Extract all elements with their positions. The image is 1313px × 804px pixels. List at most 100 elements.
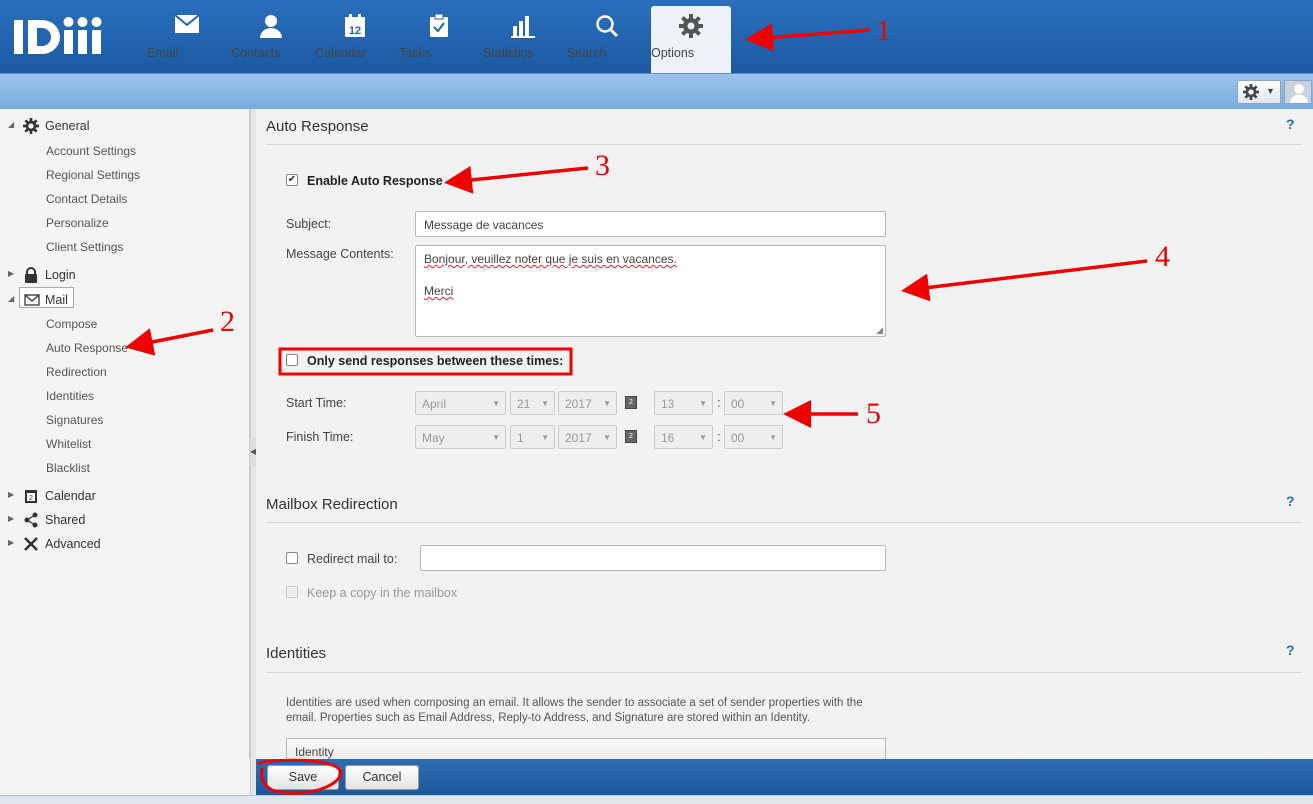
- sidebar-item-identities[interactable]: Identities: [46, 389, 94, 403]
- redirect-mail-label: Redirect mail to:: [307, 552, 398, 566]
- nav-email[interactable]: Email: [147, 6, 227, 73]
- share-icon: [24, 512, 38, 528]
- nav-label: Tasks: [399, 46, 431, 60]
- expand-arrow-icon[interactable]: ▶: [8, 514, 14, 523]
- resize-grip-icon[interactable]: ◢: [876, 325, 883, 336]
- section-title-auto-response: Auto Response: [266, 118, 369, 135]
- chevron-down-icon: ▼: [769, 433, 777, 442]
- sidebar-item-account-settings[interactable]: Account Settings: [46, 144, 136, 158]
- top-navigation-bar: Email Contacts 12 Calendar Tasks Statist…: [0, 0, 1313, 73]
- nav-contacts[interactable]: Contacts: [231, 6, 311, 73]
- svg-text:12: 12: [349, 25, 361, 37]
- finish-year-select[interactable]: 2017 ▼: [558, 425, 617, 449]
- toolbar-strip: ▼: [0, 73, 1313, 109]
- tools-icon: [24, 537, 38, 551]
- identity-list-header[interactable]: Identity: [286, 738, 886, 759]
- sidebar-item-whitelist[interactable]: Whitelist: [46, 437, 91, 451]
- calendar-picker-icon[interactable]: 2: [625, 430, 637, 443]
- nav-label: Calendar: [315, 46, 366, 60]
- sidebar-item-blacklist[interactable]: Blacklist: [46, 461, 90, 475]
- collapse-arrow-icon[interactable]: ◢: [8, 294, 14, 303]
- expand-arrow-icon[interactable]: ▶: [8, 269, 14, 278]
- nav-label: Contacts: [231, 46, 281, 60]
- chevron-down-icon: ▼: [541, 433, 549, 442]
- options-sidebar: ◢ General Account Settings Regional Sett…: [0, 109, 250, 795]
- sidebar-group-shared[interactable]: ▶ Shared: [0, 509, 250, 531]
- select-value: 00: [731, 431, 745, 445]
- nav-label: Options: [651, 46, 695, 60]
- nav-tasks[interactable]: Tasks: [399, 6, 479, 73]
- start-year-select[interactable]: 2017 ▼: [558, 391, 617, 415]
- time-separator: :: [717, 429, 721, 444]
- enable-auto-response-checkbox[interactable]: ✔: [286, 174, 298, 186]
- select-value: 2017: [565, 431, 592, 445]
- redirect-address-input[interactable]: [420, 545, 886, 571]
- help-icon[interactable]: ?: [1286, 493, 1295, 509]
- gear-icon: [651, 6, 731, 42]
- calendar-icon: 12: [315, 6, 395, 42]
- help-icon[interactable]: ?: [1286, 642, 1295, 658]
- cancel-button[interactable]: Cancel: [345, 765, 419, 790]
- save-button[interactable]: Save: [267, 765, 339, 790]
- start-minute-select[interactable]: 00 ▼: [724, 391, 783, 415]
- finish-time-label: Finish Time:: [286, 430, 354, 444]
- person-icon: [1290, 84, 1308, 103]
- sidebar-item-client-settings[interactable]: Client Settings: [46, 240, 123, 254]
- chevron-down-icon: ▼: [699, 399, 707, 408]
- sidebar-item-redirection[interactable]: Redirection: [46, 365, 107, 379]
- redirect-mail-checkbox[interactable]: [286, 552, 298, 564]
- finish-month-select[interactable]: May ▼: [415, 425, 506, 449]
- sidebar-item-contact-details[interactable]: Contact Details: [46, 192, 127, 206]
- expand-arrow-icon[interactable]: ▶: [8, 538, 14, 547]
- nav-label: Email: [147, 46, 179, 60]
- finish-day-select[interactable]: 1 ▼: [510, 425, 555, 449]
- start-day-select[interactable]: 21 ▼: [510, 391, 555, 415]
- select-value: May: [422, 431, 445, 445]
- status-bar: [0, 795, 1313, 804]
- select-value: 21: [517, 397, 531, 411]
- settings-menu-button[interactable]: ▼: [1237, 80, 1281, 104]
- select-value: 00: [731, 397, 745, 411]
- finish-minute-select[interactable]: 00 ▼: [724, 425, 783, 449]
- time-separator: :: [717, 395, 721, 410]
- subject-input[interactable]: Message de vacances: [415, 211, 886, 237]
- finish-hour-select[interactable]: 16 ▼: [654, 425, 713, 449]
- sidebar-item-regional-settings[interactable]: Regional Settings: [46, 168, 140, 182]
- sidebar-group-login[interactable]: ▶ Login: [0, 264, 250, 286]
- sidebar-group-advanced[interactable]: ▶ Advanced: [0, 533, 250, 555]
- expand-arrow-icon[interactable]: ▶: [8, 490, 14, 499]
- sidebar-group-mail[interactable]: ◢ Mail: [0, 287, 250, 311]
- search-icon: [567, 6, 647, 42]
- message-contents-textarea[interactable]: Bonjour, veuillez noter que je suis en v…: [415, 245, 886, 337]
- nav-statistics[interactable]: Statistics: [483, 6, 563, 73]
- help-icon[interactable]: ?: [1286, 116, 1295, 132]
- only-send-between-times-checkbox[interactable]: [286, 354, 298, 366]
- user-avatar-button[interactable]: [1284, 80, 1312, 104]
- sidebar-group-general[interactable]: ◢ General: [0, 115, 250, 137]
- start-month-select[interactable]: April ▼: [415, 391, 506, 415]
- sidebar-item-compose[interactable]: Compose: [46, 317, 97, 331]
- collapse-arrow-icon[interactable]: ◢: [8, 120, 14, 129]
- calendar-picker-icon[interactable]: 2: [625, 396, 637, 409]
- nav-label: Statistics: [483, 46, 534, 60]
- sidebar-item-personalize[interactable]: Personalize: [46, 216, 109, 230]
- envelope-icon: [24, 294, 40, 306]
- nav-search[interactable]: Search: [567, 6, 647, 73]
- nav-calendar[interactable]: 12 Calendar: [315, 6, 395, 73]
- only-send-between-times-label: Only send responses between these times:: [307, 354, 564, 368]
- sidebar-item-auto-response[interactable]: Auto Response: [46, 341, 128, 355]
- sidebar-group-label: Advanced: [45, 537, 101, 551]
- nav-options[interactable]: Options: [651, 6, 731, 73]
- subject-value: Message de vacances: [424, 218, 544, 232]
- start-hour-select[interactable]: 13 ▼: [654, 391, 713, 415]
- identities-description: Identities are used when composing an em…: [286, 697, 863, 724]
- keep-copy-checkbox[interactable]: [286, 586, 298, 598]
- app-logo[interactable]: [14, 14, 106, 58]
- annotation-number: 1: [876, 14, 891, 47]
- sidebar-group-calendar[interactable]: ▶ 2 Calendar: [0, 485, 250, 507]
- select-value: 13: [661, 397, 675, 411]
- sidebar-group-label: General: [45, 119, 90, 133]
- chevron-down-icon: ▼: [699, 433, 707, 442]
- sidebar-item-signatures[interactable]: Signatures: [46, 413, 103, 427]
- select-value: April: [422, 397, 447, 411]
